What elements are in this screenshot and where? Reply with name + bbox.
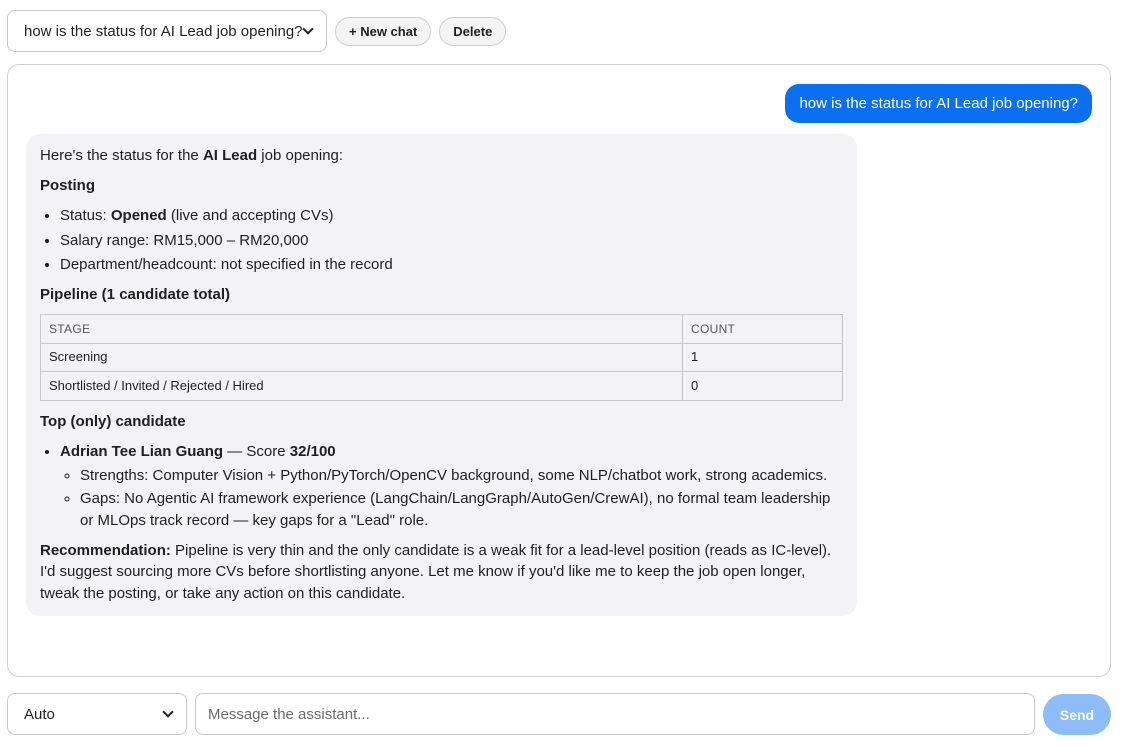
- send-button[interactable]: Send: [1043, 694, 1111, 735]
- assistant-message-bubble: Here's the status for the AI Lead job op…: [26, 134, 857, 616]
- candidate-score: 32/100: [289, 442, 336, 460]
- user-message-bubble: how is the status for AI Lead job openin…: [785, 84, 1092, 123]
- candidate-heading: Top (only) candidate: [40, 412, 186, 430]
- pipeline-heading: Pipeline (1 candidate total): [40, 286, 231, 303]
- candidate-list: Adrian Tee Lian Guang — Score 32/100 Str…: [40, 441, 843, 532]
- list-item: Adrian Tee Lian Guang — Score 32/100 Str…: [60, 441, 843, 532]
- table-header-row: STAGE COUNT: [40, 314, 843, 344]
- table-cell-stage: Shortlisted / Invited / Rejected / Hired: [40, 371, 683, 401]
- recommendation-label: Recommendation:: [40, 541, 171, 559]
- chat-panel: how is the status for AI Lead job openin…: [7, 64, 1111, 677]
- recommendation: Recommendation: Pipeline is very thin an…: [40, 540, 843, 605]
- pipeline-table: STAGE COUNT Screening 1 Shortlisted / In…: [40, 314, 843, 401]
- posting-heading: Posting: [40, 177, 95, 194]
- candidate-name: Adrian Tee Lian Guang: [60, 442, 224, 460]
- table-cell-count: 1: [682, 342, 843, 372]
- chevron-down-icon: [162, 705, 174, 718]
- new-chat-button[interactable]: + New chat: [335, 16, 432, 46]
- intro-job-title: AI Lead: [202, 147, 258, 164]
- assistant-intro: Here's the status for the AI Lead job op…: [40, 145, 843, 167]
- chevron-down-icon: [302, 22, 314, 35]
- composer-bar: Auto Send: [7, 693, 1111, 735]
- chat-history-select-value: how is the status for AI Lead job openin…: [24, 22, 302, 40]
- posting-status-value: Opened: [110, 207, 167, 224]
- posting-status-label: Status:: [60, 207, 111, 224]
- message-input[interactable]: [195, 693, 1035, 735]
- intro-prefix: Here's the status for the: [40, 147, 203, 164]
- posting-status-note: (live and accepting CVs): [166, 207, 334, 224]
- candidate-score-label: — Score: [223, 442, 290, 460]
- table-row: Screening 1: [40, 342, 843, 372]
- column-header-stage: STAGE: [40, 314, 683, 344]
- table-cell-stage: Screening: [40, 342, 683, 372]
- posting-salary: Salary range: RM15,000 – RM20,000: [60, 231, 309, 249]
- chat-history-select[interactable]: how is the status for AI Lead job openin…: [7, 10, 327, 52]
- candidate-details: Strengths: Computer Vision + Python/PyTo…: [60, 465, 843, 532]
- posting-list: Status: Opened (live and accepting CVs) …: [40, 205, 843, 276]
- list-item: Status: Opened (live and accepting CVs): [60, 205, 843, 227]
- mode-select[interactable]: Auto: [7, 693, 187, 735]
- table-row: Shortlisted / Invited / Rejected / Hired…: [40, 371, 843, 401]
- list-item: Department/headcount: not specified in t…: [60, 254, 843, 276]
- list-item: Salary range: RM15,000 – RM20,000: [60, 230, 843, 252]
- column-header-count: COUNT: [682, 314, 843, 344]
- candidate-gaps: Gaps: No Agentic AI framework experience…: [80, 488, 843, 532]
- top-bar: how is the status for AI Lead job openin…: [7, 10, 507, 52]
- intro-suffix: job opening:: [257, 147, 344, 164]
- table-cell-count: 0: [682, 371, 843, 401]
- delete-button[interactable]: Delete: [439, 16, 507, 46]
- posting-department: Department/headcount: not specified in t…: [60, 256, 393, 273]
- mode-select-value: Auto: [24, 705, 55, 723]
- candidate-strengths: Strengths: Computer Vision + Python/PyTo…: [80, 465, 843, 487]
